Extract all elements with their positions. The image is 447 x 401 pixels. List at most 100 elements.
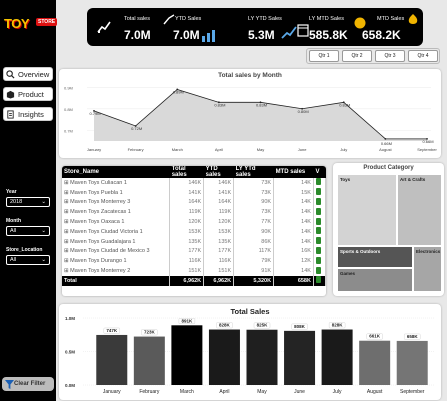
mtd-sales-cell: 14K xyxy=(273,207,314,218)
table-row[interactable]: ⊞ Maven Toys Durango 1 116K 116K 79K 12K xyxy=(62,256,326,267)
kpi-mtd-sales: MTD Sales 658.2K xyxy=(359,8,423,46)
data-label: 0.72M xyxy=(131,126,142,131)
status-indicator-icon xyxy=(315,246,321,254)
col-total-sales[interactable]: Total sales xyxy=(169,166,204,178)
clear-filter-button[interactable]: Clear Filter xyxy=(2,377,54,391)
store-name-cell: ⊞ Maven Toys Zacatecas 1 xyxy=(62,207,171,218)
total-sales-cell: 151K xyxy=(169,266,205,276)
nav-overview-button[interactable]: Overview xyxy=(3,67,53,81)
bar xyxy=(359,340,391,385)
table-row[interactable]: ⊞ Maven Toys Oaxaca 1 120K 120K 77K 14K xyxy=(62,217,326,227)
ytd-sales-cell: 177K xyxy=(203,246,235,257)
total-sales-cell: 141K xyxy=(169,187,205,198)
qtr3-button[interactable]: Qtr 3 xyxy=(375,50,405,62)
treemap-label: Electronics xyxy=(416,249,441,254)
table-row[interactable]: ⊞ Maven Toys Monterrey 2 151K 151K 91K 14K xyxy=(62,266,326,276)
nav-insights-label: Insights xyxy=(18,109,44,119)
data-label: 661K xyxy=(369,334,381,339)
y-tick-label: 1.0M xyxy=(65,316,75,321)
overview-search-icon xyxy=(6,69,15,79)
treemap-label: Games xyxy=(340,271,356,276)
treemap-card: Product Category Toys Art & Crafts Sports … xyxy=(333,163,444,296)
ly-ytd-sales-cell: 73K xyxy=(233,178,275,188)
mtd-sales-cell: 12K xyxy=(273,256,314,267)
total-sales-cell: 146K xyxy=(169,178,205,188)
col-v[interactable]: V xyxy=(313,166,326,178)
table-row[interactable]: ⊞ Maven Toys Puebla 1 141K 141K 73K 15K xyxy=(62,187,326,198)
total-label-cell: Total xyxy=(62,275,171,286)
status-indicator-icon xyxy=(315,207,321,215)
x-tick-label: March xyxy=(172,147,183,152)
kpi-mtd-sales-value: 658.2K xyxy=(362,28,401,42)
total-sales-cell: 119K xyxy=(169,207,205,218)
line-area xyxy=(94,89,427,141)
nav-product-button[interactable]: Product xyxy=(3,87,53,101)
table-row[interactable]: ⊞ Maven Toys Culiacan 1 146K 146K 73K 14K xyxy=(62,178,326,188)
col-store-name[interactable]: Store_Name xyxy=(62,166,170,178)
calendar-icon xyxy=(297,24,309,37)
ly-ytd-sales-cell: 77K xyxy=(233,217,275,227)
data-label: 0.83M xyxy=(256,102,267,107)
year-dropdown[interactable]: 2018 ⌄ xyxy=(6,197,50,207)
table-total-row[interactable]: Total 6,962K 6,962K 5,320K 658K xyxy=(62,275,326,286)
table-row[interactable]: ⊞ Maven Toys Monterrey 3 164K 164K 90K 14K xyxy=(62,197,326,208)
ly-ytd-sales-cell: 73K xyxy=(233,207,275,218)
treemap-title: Product Category xyxy=(363,165,414,171)
col-ytd-sales[interactable]: YTD sales xyxy=(203,166,234,178)
bar-chart-card: Total Sales 1.0M 0.5M 0.0M 747K January 723K F… xyxy=(59,304,441,400)
qtr1-button[interactable]: Qtr 1 xyxy=(309,50,339,62)
mtd-sales-cell: 15K xyxy=(273,187,314,198)
sidebar: TOY STORE Overview Product Insights Year… xyxy=(0,0,58,401)
col-mtd-sales[interactable]: MTD sales xyxy=(273,166,314,178)
v-cell xyxy=(313,178,326,188)
status-indicator-icon xyxy=(315,256,321,264)
data-label: 658K xyxy=(407,334,419,339)
total-total-sales-cell: 6,962K xyxy=(169,275,205,286)
kpi-ytd-sales-title: YTD Sales xyxy=(175,16,202,22)
table-row[interactable]: ⊞ Maven Toys Guadalajara 1 135K 135K 86K 14K xyxy=(62,236,326,247)
qtr2-button[interactable]: Qtr 2 xyxy=(342,50,372,62)
qtr4-button[interactable]: Qtr 4 xyxy=(408,50,438,62)
x-tick-label: August xyxy=(367,389,383,395)
data-label: 0.89M xyxy=(173,89,184,94)
nav-insights-button[interactable]: Insights xyxy=(3,107,53,121)
x-tick-label: April xyxy=(215,147,223,152)
table-row[interactable]: ⊞ Maven Toys Zacatecas 1 119K 119K 73K 14K xyxy=(62,207,326,218)
table-row[interactable]: ⊞ Maven Toys Ciudad Victoria 1 153K 153K 90… xyxy=(62,226,326,237)
status-indicator-icon xyxy=(315,276,321,284)
status-indicator-icon xyxy=(315,217,321,225)
treemap-cell-games[interactable]: Games xyxy=(337,268,413,292)
treemap-cell-sports-outdoors[interactable]: Sports & Outdoors xyxy=(337,246,413,268)
kpi-ly-ytd-sales-value: 5.3M xyxy=(248,28,275,42)
x-tick-label: February xyxy=(128,147,144,152)
mtd-sales-cell: 14K xyxy=(273,197,314,208)
treemap-cell-electronics[interactable]: Electronics xyxy=(413,246,442,292)
total-sales-cell: 177K xyxy=(169,246,205,257)
data-label: 0.80M xyxy=(298,109,309,114)
bar-chart: 1.0M 0.5M 0.0M 747K January 723K February 891K M… xyxy=(65,316,435,395)
year-value: 2018 xyxy=(10,199,23,205)
nav-product-label: Product xyxy=(18,89,44,99)
store-location-dropdown[interactable]: All ⌄ xyxy=(6,255,50,265)
growth-chart-icon xyxy=(281,26,297,39)
mtd-sales-cell: 14K xyxy=(273,266,314,276)
y-tick-label: 0.9M xyxy=(64,85,73,90)
x-tick-label: August xyxy=(379,147,392,152)
store-name-cell: ⊞ Maven Toys Puebla 1 xyxy=(62,187,171,198)
x-tick-label: June xyxy=(298,147,307,152)
kpi-total-sales-title: Total sales xyxy=(124,16,150,22)
ytd-sales-cell: 164K xyxy=(203,197,235,208)
x-tick-label: May xyxy=(257,389,267,395)
table-row[interactable]: ⊞ Maven Toys Ciudad de Mexico 3 177K 177K 1… xyxy=(62,246,326,257)
ytd-sales-cell: 151K xyxy=(203,266,235,276)
treemap-label: Toys xyxy=(340,177,351,182)
col-ly-ytd-sales[interactable]: LY YTd sales xyxy=(233,166,274,178)
treemap-cell-art-crafts[interactable]: Art & Crafts xyxy=(397,174,442,246)
y-tick-label: 0.7M xyxy=(64,128,73,133)
x-tick-label: April xyxy=(219,389,229,395)
data-label: 0.66M xyxy=(381,141,392,146)
ytd-sales-cell: 116K xyxy=(203,256,235,267)
treemap-cell-toys[interactable]: Toys xyxy=(337,174,397,246)
month-dropdown[interactable]: All ⌄ xyxy=(6,226,50,236)
mtd-sales-cell: 16K xyxy=(273,246,314,257)
